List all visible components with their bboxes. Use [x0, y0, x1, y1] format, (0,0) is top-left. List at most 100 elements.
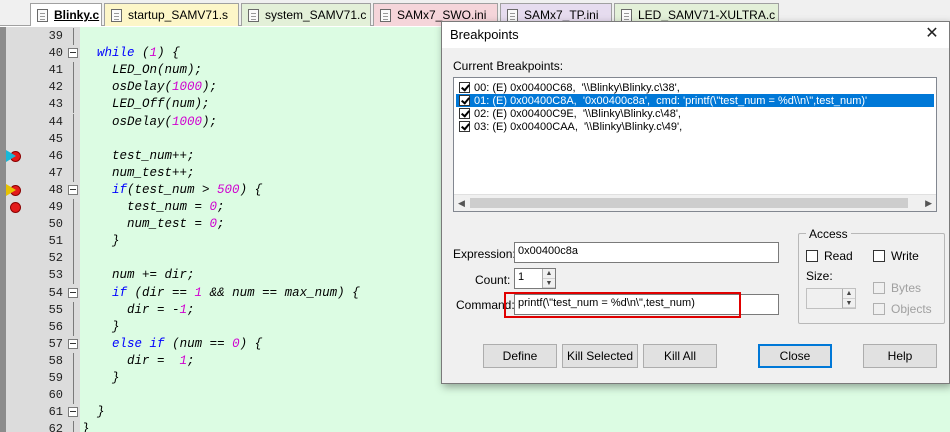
- line-number: 48: [48, 182, 63, 197]
- breakpoint-icon[interactable]: [10, 202, 21, 213]
- read-checkbox[interactable]: Read: [806, 249, 853, 263]
- objects-label: Objects: [891, 302, 932, 316]
- expression-field[interactable]: 0x00400c8a: [514, 242, 779, 263]
- fold-guide: [73, 28, 74, 45]
- write-checkbox[interactable]: Write: [873, 249, 919, 263]
- fold-guide: [73, 164, 74, 182]
- fold-guide: [73, 267, 74, 285]
- close-button[interactable]: Close: [758, 344, 832, 368]
- code-line[interactable]: 60: [0, 387, 950, 405]
- tab-system-samv71-c[interactable]: system_SAMV71.c: [241, 3, 371, 26]
- fold-collapse-icon[interactable]: [68, 338, 78, 349]
- code-text: num += dir;: [82, 268, 195, 283]
- tab-startup-samv71-s[interactable]: startup_SAMV71.s: [104, 3, 239, 26]
- code-text: dir = -1;: [82, 302, 195, 317]
- breakpoint-text: 02: (E) 0x00400C9E, '\\Blinky\Blinky.c\4…: [474, 107, 681, 120]
- fold-guide: [73, 250, 74, 268]
- file-icon: [380, 8, 391, 22]
- help-button[interactable]: Help: [863, 344, 937, 368]
- breakpoint-text: 03: (E) 0x00400CAA, '\\Blinky\Blinky.c\4…: [474, 120, 683, 133]
- size-label: Size:: [806, 269, 833, 283]
- fold-guide: [73, 96, 74, 114]
- bytes-label: Bytes: [891, 281, 922, 295]
- code-text: }: [82, 234, 120, 249]
- kill-all-button[interactable]: Kill All: [643, 344, 717, 368]
- spin-down-icon: ▼: [843, 299, 855, 308]
- line-number: 47: [48, 165, 63, 180]
- code-text: test_num = 0;: [82, 200, 225, 214]
- line-number: 46: [48, 148, 63, 163]
- write-label: Write: [891, 249, 919, 263]
- line-number: 55: [48, 302, 63, 317]
- fold-guide: [73, 233, 74, 251]
- fold-guide: [73, 79, 74, 97]
- objects-checkbox: Objects: [873, 302, 932, 316]
- fold-guide: [73, 318, 74, 336]
- line-number: 59: [48, 371, 63, 385]
- fold-collapse-icon[interactable]: [68, 287, 78, 298]
- breakpoint-enabled-checkbox[interactable]: [459, 95, 470, 106]
- file-icon: [111, 8, 122, 22]
- line-number: 40: [48, 46, 63, 61]
- fold-collapse-icon[interactable]: [68, 407, 78, 418]
- highlight-annotation-box: [504, 292, 741, 318]
- line-number: 58: [48, 353, 63, 368]
- count-spinner[interactable]: ▲ ▼: [542, 269, 555, 288]
- kill-selected-button[interactable]: Kill Selected: [562, 344, 638, 368]
- line-number: 51: [48, 234, 63, 249]
- tab-label: system_SAMV71.c: [265, 8, 367, 22]
- fold-guide: [73, 421, 74, 432]
- current-line-arrow-icon: [6, 149, 16, 162]
- code-text: }: [82, 422, 90, 432]
- close-icon[interactable]: ✕: [923, 25, 941, 43]
- spin-up-icon: ▲: [843, 289, 855, 299]
- breakpoint-item-selected[interactable]: 01: (E) 0x00400C8A, '0x00400c8a', cmd: '…: [456, 94, 934, 107]
- tab-blinky-c[interactable]: Blinky.c: [30, 3, 102, 26]
- fold-collapse-icon[interactable]: [68, 184, 78, 195]
- tab-label: startup_SAMV71.s: [128, 8, 229, 22]
- fold-guide: [73, 130, 74, 148]
- line-number: 54: [48, 285, 63, 300]
- checkbox-box: [806, 250, 818, 262]
- code-line[interactable]: 61 }: [0, 404, 950, 421]
- access-group-title: Access: [806, 227, 851, 241]
- define-button[interactable]: Define: [483, 344, 557, 368]
- spin-up-icon[interactable]: ▲: [543, 269, 555, 279]
- line-number: 61: [48, 405, 63, 420]
- code-text: else if (num == 0) {: [112, 336, 263, 351]
- breakpoint-enabled-checkbox[interactable]: [459, 108, 470, 119]
- fold-guide: [73, 387, 74, 405]
- line-number: 57: [48, 336, 63, 351]
- scrollbar-thumb[interactable]: [470, 198, 908, 208]
- breakpoint-enabled-checkbox[interactable]: [459, 82, 470, 93]
- tab-label: SAMx7_TP.ini: [524, 8, 599, 22]
- code-text: }: [82, 405, 105, 420]
- code-text: }: [82, 371, 120, 385]
- count-value: 1: [518, 271, 525, 283]
- line-number: 41: [48, 63, 63, 78]
- breakpoint-item[interactable]: 03: (E) 0x00400CAA, '\\Blinky\Blinky.c\4…: [456, 120, 934, 133]
- line-number: 42: [48, 80, 63, 95]
- code-text: }: [82, 319, 120, 334]
- scroll-right-icon[interactable]: ▶: [925, 198, 932, 209]
- scroll-left-icon[interactable]: ◀: [458, 198, 465, 209]
- tab-label: SAMx7_SWO.ini: [397, 8, 487, 22]
- breakpoints-list[interactable]: 00: (E) 0x00400C68, '\\Blinky\Blinky.c\3…: [453, 77, 937, 212]
- code-text: LED_Off(num);: [82, 97, 210, 112]
- call-stack-arrow-icon: [6, 183, 16, 196]
- horizontal-scrollbar[interactable]: ◀ ▶: [454, 194, 936, 211]
- fold-guide: [73, 216, 74, 234]
- bytes-checkbox: Bytes: [873, 281, 921, 295]
- checkbox-box: [873, 303, 885, 315]
- breakpoint-item[interactable]: 00: (E) 0x00400C68, '\\Blinky\Blinky.c\3…: [456, 81, 934, 94]
- code-line[interactable]: 62}: [0, 421, 950, 432]
- fold-guide: [73, 352, 74, 370]
- fold-collapse-icon[interactable]: [68, 48, 78, 59]
- tab-label: LED_SAMV71-XULTRA.c: [638, 8, 776, 22]
- breakpoint-item[interactable]: 02: (E) 0x00400C9E, '\\Blinky\Blinky.c\4…: [456, 107, 934, 120]
- fold-guide: [73, 301, 74, 319]
- dialog-title-bar: Breakpoints ✕: [442, 22, 949, 48]
- line-number: 45: [48, 131, 63, 146]
- breakpoint-enabled-checkbox[interactable]: [459, 121, 470, 132]
- spin-down-icon[interactable]: ▼: [543, 279, 555, 288]
